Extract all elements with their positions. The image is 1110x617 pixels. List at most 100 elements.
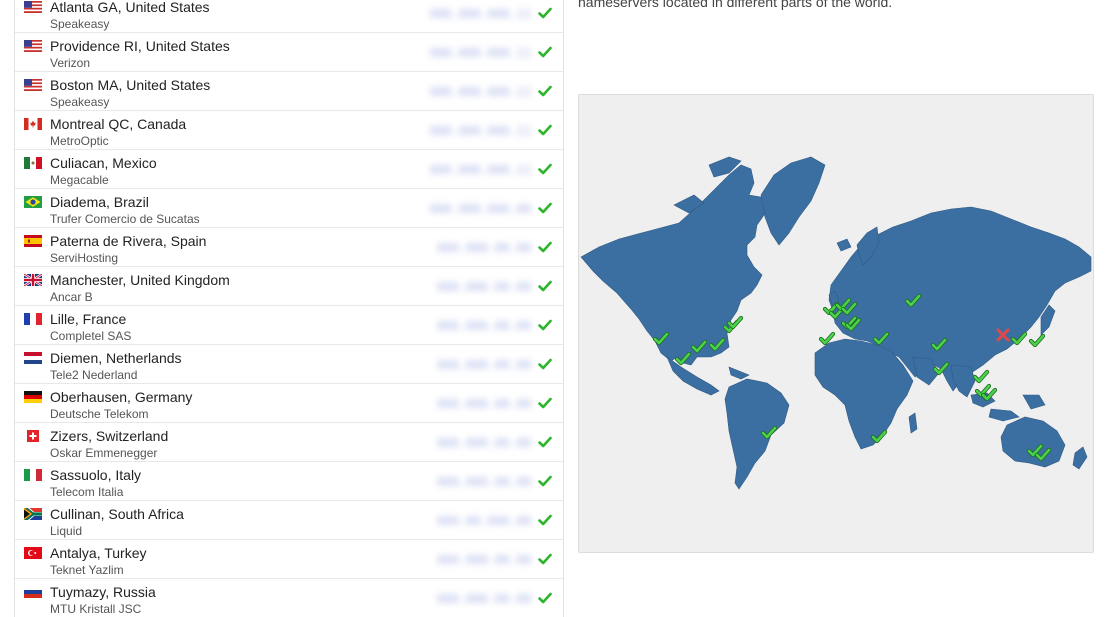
result-row: Oberhausen, Germany Deutsche Telekom 000… xyxy=(15,384,563,423)
ru-flag-icon xyxy=(24,586,42,598)
map-check-icon xyxy=(726,315,744,330)
result-isp: Speakeasy xyxy=(50,17,110,31)
map-check-icon xyxy=(1028,333,1046,348)
check-icon xyxy=(538,202,552,214)
result-ip: 000.000.00.00 xyxy=(437,280,531,294)
results-list: Atlanta GA, United States Speakeasy 000.… xyxy=(14,0,564,617)
result-row: Montreal QC, Canada MetroOptic 000.000.0… xyxy=(15,111,563,150)
map-markers xyxy=(652,293,1052,462)
result-row: Boston MA, United States Speakeasy 000.0… xyxy=(15,72,563,111)
result-ip: 000.000.00.00 xyxy=(437,475,531,489)
result-ip: 000.000.00.00 xyxy=(437,319,531,333)
map-check-icon xyxy=(904,293,922,308)
us-flag-icon xyxy=(24,40,42,52)
result-row: Manchester, United Kingdom Ancar B 000.0… xyxy=(15,267,563,306)
result-location: Tuymazy, Russia xyxy=(50,584,156,600)
result-row: Diemen, Netherlands Tele2 Nederland 000.… xyxy=(15,345,563,384)
result-row: Lille, France Completel SAS 000.000.00.0… xyxy=(15,306,563,345)
check-icon xyxy=(538,46,552,58)
map-check-icon xyxy=(708,337,726,352)
tr-flag-icon xyxy=(24,547,42,559)
result-ip: 000.000.00.00 xyxy=(437,436,531,450)
za-flag-icon xyxy=(24,508,42,520)
gb-flag-icon xyxy=(24,274,42,286)
check-icon xyxy=(538,475,552,487)
map-check-icon xyxy=(932,361,950,376)
check-icon xyxy=(538,280,552,292)
fr-flag-icon xyxy=(24,313,42,325)
result-isp: Speakeasy xyxy=(50,95,110,109)
result-location: Sassuolo, Italy xyxy=(50,467,142,483)
de-flag-icon xyxy=(24,391,42,403)
result-ip: 000.00.000.00 xyxy=(437,514,531,528)
result-ip: 000.000.000.11 xyxy=(429,7,531,21)
result-isp: Deutsche Telekom xyxy=(50,407,149,421)
check-icon xyxy=(538,397,552,409)
result-ip: 000.000.00.00 xyxy=(437,592,531,606)
result-ip: 000.000.000.11 xyxy=(429,163,531,177)
result-location: Paterna de Rivera, Spain xyxy=(50,233,207,249)
ch-flag-icon xyxy=(27,430,39,442)
result-isp: Liquid xyxy=(50,524,83,538)
map-check-icon xyxy=(972,369,990,384)
result-ip: 000.000.00.00 xyxy=(437,553,531,567)
result-location: Montreal QC, Canada xyxy=(50,116,187,132)
map-check-icon xyxy=(760,425,778,440)
us-flag-icon xyxy=(24,1,42,13)
result-row: Sassuolo, Italy Telecom Italia 000.000.0… xyxy=(15,462,563,501)
result-location: Boston MA, United States xyxy=(50,77,211,93)
result-isp: Teknet Yazlim xyxy=(50,563,124,577)
check-icon xyxy=(538,553,552,565)
result-location: Diadema, Brazil xyxy=(50,194,149,210)
result-ip: 000.000.00.00 xyxy=(437,397,531,411)
result-location: Diemen, Netherlands xyxy=(50,350,182,366)
result-location: Oberhausen, Germany xyxy=(50,389,193,405)
check-icon xyxy=(538,7,552,19)
check-icon xyxy=(538,436,552,448)
result-isp: Oskar Emmenegger xyxy=(50,446,158,460)
result-isp: Megacable xyxy=(50,173,109,187)
check-icon xyxy=(538,124,552,136)
result-location: Cullinan, South Africa xyxy=(50,506,184,522)
result-location: Antalya, Turkey xyxy=(50,545,147,561)
result-row: Providence RI, United States Verizon 000… xyxy=(15,33,563,72)
map-check-icon xyxy=(872,331,890,346)
result-row: Diadema, Brazil Trufer Comercio de Sucat… xyxy=(15,189,563,228)
result-location: Lille, France xyxy=(50,311,127,327)
ca-flag-icon xyxy=(24,118,42,130)
result-isp: Ancar B xyxy=(50,290,93,304)
result-ip: 000.000.000.11 xyxy=(429,124,531,138)
map-check-icon xyxy=(674,351,692,366)
check-icon xyxy=(538,241,552,253)
result-isp: ServiHosting xyxy=(50,251,119,265)
map-check-icon xyxy=(652,331,670,346)
check-icon xyxy=(538,358,552,370)
result-isp: Completel SAS xyxy=(50,329,132,343)
us-flag-icon xyxy=(24,79,42,91)
result-row: Atlanta GA, United States Speakeasy 000.… xyxy=(15,0,563,33)
map-check-icon xyxy=(870,429,888,444)
check-icon xyxy=(538,514,552,526)
result-ip: 000.000.00.00 xyxy=(437,241,531,255)
map-check-icon xyxy=(930,337,948,352)
map-check-icon xyxy=(690,339,708,354)
es-flag-icon xyxy=(24,235,42,247)
br-flag-icon xyxy=(24,196,42,208)
page-description: nameservers located in different parts o… xyxy=(578,0,893,10)
check-icon xyxy=(538,163,552,175)
result-isp: Telecom Italia xyxy=(50,485,124,499)
map-check-icon xyxy=(1026,443,1044,458)
result-isp: MetroOptic xyxy=(50,134,109,148)
it-flag-icon xyxy=(24,469,42,481)
result-isp: Verizon xyxy=(50,56,91,70)
check-icon xyxy=(538,592,552,604)
map-fail-icon xyxy=(996,328,1010,342)
result-ip: 000.000.000.00 xyxy=(429,202,531,216)
check-icon xyxy=(538,85,552,97)
mx-flag-icon xyxy=(24,157,42,169)
world-map xyxy=(578,94,1094,553)
result-location: Culiacan, Mexico xyxy=(50,155,157,171)
result-isp: MTU Kristall JSC xyxy=(50,602,142,616)
result-row: Cullinan, South Africa Liquid 000.00.000… xyxy=(15,501,563,540)
result-row: Paterna de Rivera, Spain ServiHosting 00… xyxy=(15,228,563,267)
